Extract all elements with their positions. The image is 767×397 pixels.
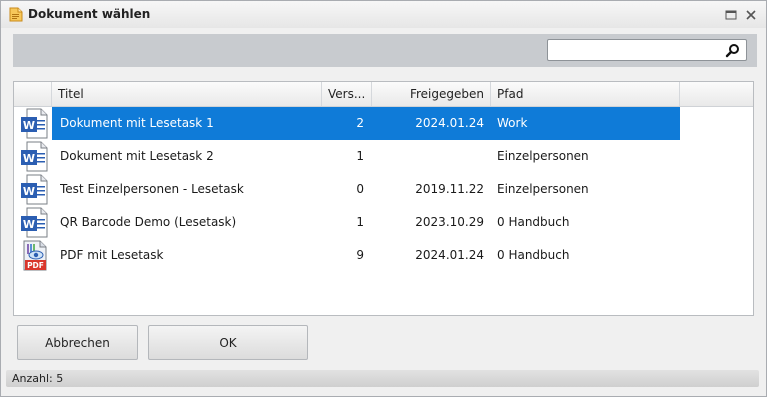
cell-version: 1 bbox=[356, 149, 364, 163]
svg-text:W: W bbox=[23, 218, 35, 231]
cell-title: Dokument mit Lesetask 2 bbox=[60, 149, 214, 163]
table-row[interactable]: W QR Barcode Demo (Lesetask) 1 2023.10.2… bbox=[14, 206, 753, 239]
cell-released: 2019.11.22 bbox=[415, 182, 484, 196]
cell-version: 1 bbox=[356, 215, 364, 229]
column-header-filler bbox=[680, 82, 753, 106]
table-row[interactable]: W Dokument mit Lesetask 1 2 2024.01.24 W… bbox=[14, 107, 753, 140]
document-icon bbox=[9, 7, 23, 22]
cell-title: PDF mit Lesetask bbox=[60, 248, 164, 262]
search-input[interactable] bbox=[547, 39, 747, 61]
cell-path: 0 Handbuch bbox=[497, 215, 570, 229]
cell-released: 2024.01.24 bbox=[415, 248, 484, 262]
cell-released: 2023.10.29 bbox=[415, 215, 484, 229]
cell-title: Test Einzelpersonen - Lesetask bbox=[60, 182, 244, 196]
word-document-icon: W bbox=[21, 174, 48, 205]
svg-text:PDF: PDF bbox=[27, 261, 44, 270]
cancel-button[interactable]: Abbrechen bbox=[17, 325, 138, 360]
svg-text:W: W bbox=[23, 119, 35, 132]
cell-version: 2 bbox=[356, 116, 364, 130]
word-document-icon: W bbox=[21, 207, 48, 238]
svg-text:W: W bbox=[23, 152, 35, 165]
cell-version: 9 bbox=[356, 248, 364, 262]
title-bar: Dokument wählen bbox=[1, 1, 766, 28]
word-document-icon: W bbox=[21, 141, 48, 172]
maximize-icon[interactable] bbox=[725, 9, 737, 21]
column-header-path[interactable]: Pfad bbox=[491, 82, 680, 106]
dialog-title: Dokument wählen bbox=[28, 7, 151, 21]
svg-text:W: W bbox=[23, 185, 35, 198]
table-row[interactable]: W Test Einzelpersonen - Lesetask 0 2019.… bbox=[14, 173, 753, 206]
cell-path: Einzelpersonen bbox=[497, 149, 589, 163]
document-select-dialog: Dokument wählen Titel Vers... Freigegebe… bbox=[0, 0, 767, 397]
search-icon[interactable] bbox=[725, 43, 740, 58]
word-document-icon: W bbox=[21, 108, 48, 139]
cell-version: 0 bbox=[356, 182, 364, 196]
status-bar: Anzahl: 5 bbox=[6, 370, 759, 387]
table-row[interactable]: W Dokument mit Lesetask 2 1 Einzelperson… bbox=[14, 140, 753, 173]
document-table: Titel Vers... Freigegeben Pfad W Dokumen… bbox=[13, 81, 754, 316]
column-header-released[interactable]: Freigegeben bbox=[372, 82, 491, 106]
close-icon[interactable] bbox=[745, 9, 757, 21]
cell-title: Dokument mit Lesetask 1 bbox=[60, 116, 214, 130]
cell-path: 0 Handbuch bbox=[497, 248, 570, 262]
column-header-title[interactable]: Titel bbox=[52, 82, 322, 106]
pdf-document-icon: PDF bbox=[23, 240, 47, 271]
cell-released: 2024.01.24 bbox=[415, 116, 484, 130]
cell-released bbox=[372, 140, 484, 173]
cell-path: Einzelpersonen bbox=[497, 182, 589, 196]
item-count: Anzahl: 5 bbox=[12, 372, 64, 385]
table-row[interactable]: PDF PDF mit Lesetask 9 2024.01.24 0 Hand… bbox=[14, 239, 753, 272]
search-toolbar bbox=[13, 34, 757, 67]
table-header: Titel Vers... Freigegeben Pfad bbox=[14, 82, 753, 107]
column-header-version[interactable]: Vers... bbox=[322, 82, 372, 106]
cell-title: QR Barcode Demo (Lesetask) bbox=[60, 215, 237, 229]
ok-button[interactable]: OK bbox=[148, 325, 308, 360]
column-header-icon[interactable] bbox=[14, 82, 52, 106]
cell-path: Work bbox=[497, 116, 528, 130]
